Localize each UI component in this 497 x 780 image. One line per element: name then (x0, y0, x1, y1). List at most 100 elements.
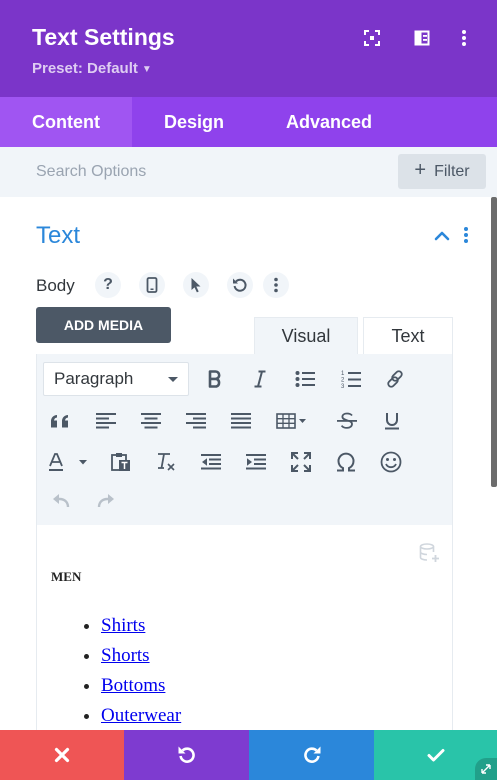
align-left-icon (96, 413, 116, 429)
resize-handle[interactable] (475, 758, 497, 780)
dynamic-content-button[interactable] (419, 543, 441, 568)
list-item: Shorts (101, 641, 181, 671)
check-icon (427, 749, 444, 762)
paste-as-text-button[interactable] (106, 447, 136, 477)
add-media-button[interactable]: ADD MEDIA (36, 307, 171, 343)
align-right-button[interactable] (181, 406, 211, 436)
help-icon: ? (103, 276, 113, 293)
save-button[interactable] (374, 730, 497, 780)
align-center-button[interactable] (136, 406, 166, 436)
quote-icon (51, 415, 68, 428)
close-icon (54, 747, 70, 763)
clear-formatting-icon (158, 453, 175, 471)
table-button[interactable] (274, 406, 312, 436)
fullscreen-button[interactable] (360, 26, 384, 50)
special-character-button[interactable] (331, 447, 361, 477)
list-link[interactable]: Shirts (101, 615, 145, 636)
caret-down-icon: ▼ (141, 64, 152, 75)
vertical-dots-icon (464, 227, 468, 243)
resize-icon (481, 764, 491, 774)
undo-button[interactable] (124, 730, 249, 780)
preset-dropdown[interactable]: Preset: Default ▼ (32, 60, 152, 77)
list-item: Bottoms (101, 671, 181, 701)
justify-icon (231, 413, 251, 429)
editor-tab-text[interactable]: Text (363, 317, 453, 354)
chevron-up-icon (434, 231, 450, 241)
undo-icon (53, 494, 70, 508)
editor-tab-visual[interactable]: Visual (254, 317, 358, 354)
content-list: Shirts Shorts Bottoms Outerwear (101, 611, 181, 730)
editor-toolbar: Paragraph 1 2 3 (36, 354, 453, 525)
field-label-body: Body (36, 276, 75, 295)
section-options-button[interactable] (463, 226, 469, 249)
justify-button[interactable] (226, 406, 256, 436)
plus-icon: + (414, 159, 427, 181)
cursor-icon (191, 278, 201, 293)
align-right-icon (186, 413, 206, 429)
more-options-button[interactable] (452, 26, 476, 50)
clear-formatting-button[interactable] (151, 447, 181, 477)
preset-label: Preset: Default (32, 60, 138, 77)
action-bar (0, 730, 497, 780)
section-title[interactable]: Text (36, 222, 80, 250)
indent-button[interactable] (241, 447, 271, 477)
columns-icon (414, 30, 430, 46)
align-center-icon (141, 413, 161, 429)
omega-icon (337, 452, 355, 472)
numbered-list-button[interactable]: 1 2 3 (336, 364, 366, 394)
phone-icon (146, 277, 158, 293)
redo-edit-button[interactable] (91, 486, 121, 516)
bold-button[interactable] (200, 364, 230, 394)
tab-content[interactable]: Content (0, 97, 132, 147)
text-color-button[interactable] (46, 447, 94, 477)
vertical-dots-icon (274, 277, 278, 293)
strikethrough-button[interactable] (332, 406, 362, 436)
redo-icon (303, 746, 320, 763)
format-select[interactable]: Paragraph (43, 362, 189, 396)
fullscreen-icon (364, 30, 380, 46)
hover-state-button[interactable] (183, 272, 209, 298)
indent-icon (246, 454, 266, 470)
numbered-list-icon: 1 2 3 (341, 371, 361, 389)
split-view-button[interactable] (410, 26, 434, 50)
tab-advanced[interactable]: Advanced (254, 97, 372, 147)
emoji-button[interactable] (376, 447, 406, 477)
responsive-button[interactable] (139, 272, 165, 298)
link-button[interactable] (380, 364, 410, 394)
redo-button[interactable] (249, 730, 374, 780)
underline-button[interactable] (377, 406, 407, 436)
blockquote-button[interactable] (46, 406, 76, 436)
svg-text:1: 1 (341, 371, 345, 377)
reset-button[interactable] (227, 272, 253, 298)
filter-button[interactable]: + Filter (398, 154, 486, 189)
bullet-list-button[interactable] (290, 364, 320, 394)
bullet-list-icon (295, 371, 315, 387)
search-options-input[interactable] (0, 147, 390, 197)
svg-text:3: 3 (341, 384, 345, 389)
vertical-dots-icon (462, 30, 466, 46)
outdent-button[interactable] (196, 447, 226, 477)
strikethrough-icon (337, 412, 357, 429)
field-options-button[interactable] (263, 272, 289, 298)
bold-icon (208, 370, 221, 388)
settings-header: Text Settings Preset: Default ▼ (0, 0, 497, 97)
list-link[interactable]: Outerwear (101, 705, 181, 726)
list-link[interactable]: Bottoms (101, 675, 165, 696)
editor-content[interactable]: MEN Shirts Shorts Bottoms Outerwear (36, 525, 453, 730)
smiley-icon (380, 451, 402, 473)
list-item: Shirts (101, 611, 181, 641)
italic-icon (254, 370, 266, 388)
cancel-button[interactable] (0, 730, 124, 780)
help-button[interactable]: ? (95, 272, 121, 298)
align-left-button[interactable] (91, 406, 121, 436)
panel-scrollbar[interactable] (491, 197, 497, 487)
tab-design[interactable]: Design (132, 97, 254, 147)
list-link[interactable]: Shorts (101, 645, 150, 666)
undo-edit-button[interactable] (46, 486, 76, 516)
redo-icon (97, 494, 114, 508)
underline-icon (385, 413, 399, 430)
fullscreen-editor-button[interactable] (286, 447, 316, 477)
link-icon (387, 370, 403, 388)
italic-button[interactable] (245, 364, 275, 394)
collapse-section-button[interactable] (434, 229, 450, 247)
